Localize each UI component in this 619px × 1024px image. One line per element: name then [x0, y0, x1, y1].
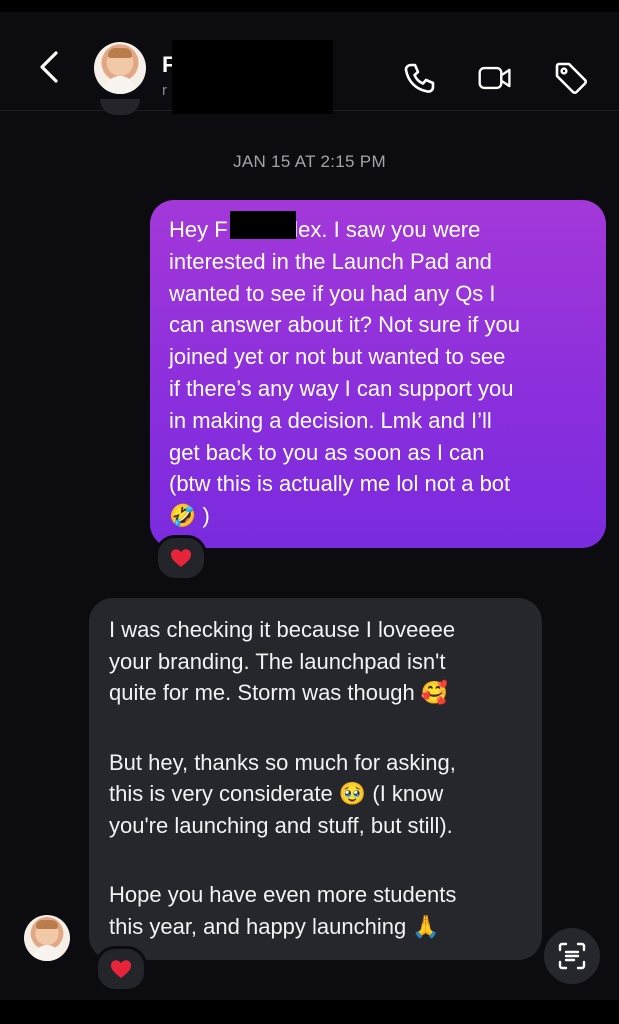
sender-avatar[interactable] — [24, 915, 70, 961]
redaction-box — [172, 40, 333, 114]
contact-username: r — [162, 82, 167, 99]
tag-icon[interactable] — [550, 57, 592, 99]
scan-text-button[interactable] — [544, 928, 600, 984]
incoming-message-bubble[interactable]: I was checking it because I loveeee your… — [89, 598, 542, 960]
incoming-paragraph-2: But hey, thanks so much for asking, this… — [109, 749, 456, 838]
heart-reaction-icon[interactable] — [95, 946, 147, 992]
heart-reaction-icon[interactable] — [155, 535, 207, 581]
video-call-icon[interactable] — [474, 57, 516, 99]
outgoing-message-text: Hey F ! It’s Alex. I saw you were intere… — [169, 217, 520, 529]
previous-reaction-peek — [100, 99, 140, 115]
status-strip — [0, 0, 619, 12]
redaction-box — [230, 211, 296, 239]
outgoing-message-bubble[interactable]: Hey F ! It’s Alex. I saw you were intere… — [150, 200, 606, 548]
incoming-paragraph-1: I was checking it because I loveeee your… — [109, 617, 456, 705]
contact-avatar[interactable] — [94, 42, 146, 94]
phone-icon[interactable] — [398, 57, 440, 99]
scan-text-icon — [558, 942, 586, 970]
incoming-paragraph-3: Hope you have even more students this ye… — [109, 882, 457, 939]
chat-header: F r — [0, 12, 619, 114]
bottom-bar — [0, 1000, 619, 1024]
back-chevron-icon[interactable] — [36, 50, 66, 84]
message-timestamp: JAN 15 AT 2:15 PM — [233, 152, 386, 171]
